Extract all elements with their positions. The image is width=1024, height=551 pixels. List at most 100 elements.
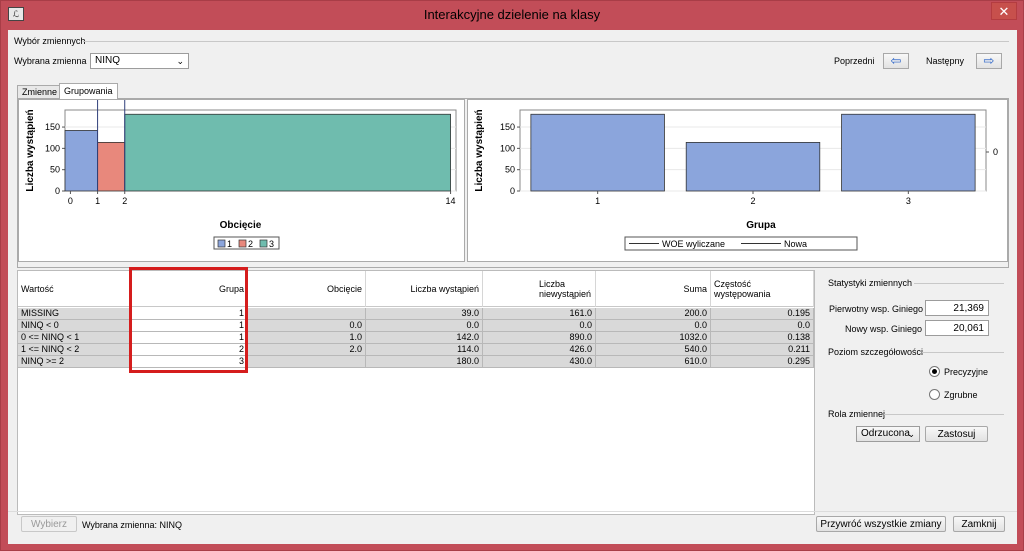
y-tick-label: 50 [50,165,60,175]
dialog-window: ℒ Interakcyjne dzielenie na klasy ✕ Wybó… [0,0,1024,551]
legend-label-nowa: Nowa [784,239,807,249]
coarse-label: Zgrubne [944,390,978,400]
new-gini-field: 20,061 [925,320,989,336]
choose-button[interactable]: Wybierz [21,516,77,532]
detail-level-label: Poziom szczegółowości [828,347,924,357]
group-bar-2 [685,142,821,192]
apply-button[interactable]: Zastosuj [925,426,988,442]
table-cell: 0.0 [483,320,596,332]
footer-selected-variable: Wybrana zmienna: NINQ [82,520,182,530]
role-value: Odrzucona [861,428,910,439]
x-tick-label: 1 [95,196,100,206]
x-axis-label: Grupa [746,220,776,231]
table-cell: 426.0 [483,344,596,356]
y-tick-label: 150 [45,122,60,132]
role-divider [884,414,1004,415]
legend-label-3: 3 [269,239,274,249]
role-label: Rola zmiennej [828,409,886,419]
table-cell: 142.0 [366,332,483,344]
table-cell: 0.211 [711,344,814,356]
y-tick-label: 150 [500,122,515,132]
new-gini-label: Nowy wsp. Giniego [845,324,923,334]
table-cell: 0 <= NINQ < 1 [18,332,130,344]
table-cell: NINQ < 0 [18,320,130,332]
footer-divider [8,511,1017,512]
precise-radio[interactable] [929,366,940,377]
y-tick-label: 0 [510,186,515,196]
legend-label-2: 2 [248,239,253,249]
table-cell: 200.0 [596,308,711,320]
orig-gini-label: Pierwotny wsp. Giniego [829,304,924,314]
selected-variable-value: NINQ [95,55,120,66]
column-header-6[interactable]: Częstość występowania [711,271,814,307]
table-cell: 540.0 [596,344,711,356]
x-tick-label: 14 [446,196,456,206]
table-cell: 610.0 [596,356,711,368]
column-header-2[interactable]: Obcięcie [248,271,366,307]
table-cell: MISSING [18,308,130,320]
right-axis-tick-label: 0 [993,147,998,157]
table-cell: 1032.0 [596,332,711,344]
section-divider [83,41,1009,42]
table-cell: 0.0 [596,320,711,332]
x-tick-label: 1 [595,196,600,206]
y-axis-label: Liczba wystąpień [25,109,36,191]
next-label: Następny [926,56,965,66]
arrow-left-icon: ⇦ [890,53,902,68]
previous-label: Poprzedni [834,56,875,66]
table-cell: 0.0 [711,320,814,332]
tab-grupowania[interactable]: Grupowania [59,83,118,99]
left-chart-panel: 0 50 100 150 0 1 2 14 Obcięcie Liczba wystąpień 1 2… [18,99,465,262]
chevron-down-icon: ⌄ [907,429,915,439]
y-tick-label: 100 [500,143,515,153]
close-button[interactable]: Zamknij [953,516,1005,532]
legend-label-woe: WOE wyliczane [662,239,725,249]
y-tick-label: 50 [505,165,515,175]
detail-divider [922,352,1004,353]
table-cell: 890.0 [483,332,596,344]
cutoff-histogram-chart: 0 50 100 150 0 1 2 14 Obcięcie Liczba wystąpień 1 2… [25,100,457,250]
tab-zmienne[interactable]: Zmienne [17,85,63,99]
selected-variable-dropdown[interactable]: NINQ ⌄ [90,53,189,69]
x-tick-label: 0 [68,196,73,206]
arrow-right-icon: ⇨ [983,53,995,68]
table-cell: 1 <= NINQ < 2 [18,344,130,356]
y-axis-label: Liczba wystąpień [474,109,485,191]
table-cell [248,356,366,368]
group-column-highlight [129,267,248,373]
table-cell: 180.0 [366,356,483,368]
selected-variable-label: Wybrana zmienna [14,56,87,66]
column-header-0[interactable]: Wartość [18,271,130,307]
precise-label: Precyzyjne [944,367,989,377]
legend-swatch-1 [217,239,226,248]
restore-all-changes-button[interactable]: Przywróć wszystkie zmiany [816,516,946,532]
table-cell: 0.295 [711,356,814,368]
table-cell: 430.0 [483,356,596,368]
variable-select-section-label: Wybór zmiennych [14,36,86,46]
role-dropdown[interactable]: Odrzucona ⌄ [856,426,920,442]
column-header-3[interactable]: Liczba wystąpień [366,271,483,307]
table-cell: 114.0 [366,344,483,356]
title-bar[interactable]: ℒ Interakcyjne dzielenie na klasy ✕ [1,1,1023,29]
column-header-4[interactable]: Liczba niewystąpień [483,271,596,307]
table-cell: NINQ >= 2 [18,356,130,368]
x-axis-label: Obcięcie [220,220,262,231]
table-cell: 0.0 [248,320,366,332]
next-button[interactable]: ⇨ [976,53,1002,69]
chevron-down-icon: ⌄ [176,56,184,66]
orig-gini-field: 21,369 [925,300,989,316]
column-header-5[interactable]: Suma [596,271,711,307]
histogram-bar-2 [97,142,126,192]
x-tick-label: 2 [750,196,755,206]
x-tick-label: 3 [906,196,911,206]
group-bar-chart: 0 50 100 150 1 2 3 0 Grupa Liczba wystąpień WOE wy… [474,109,998,251]
table-cell: 2.0 [248,344,366,356]
previous-button[interactable]: ⇦ [883,53,909,69]
histogram-bar-3 [124,113,451,192]
legend-label-1: 1 [227,239,232,249]
window-title: Interakcyjne dzielenie na klasy [423,7,601,22]
close-icon[interactable]: ✕ [991,2,1017,20]
coarse-radio[interactable] [929,389,940,400]
legend-swatch-2 [238,239,247,248]
y-tick-label: 100 [45,143,60,153]
